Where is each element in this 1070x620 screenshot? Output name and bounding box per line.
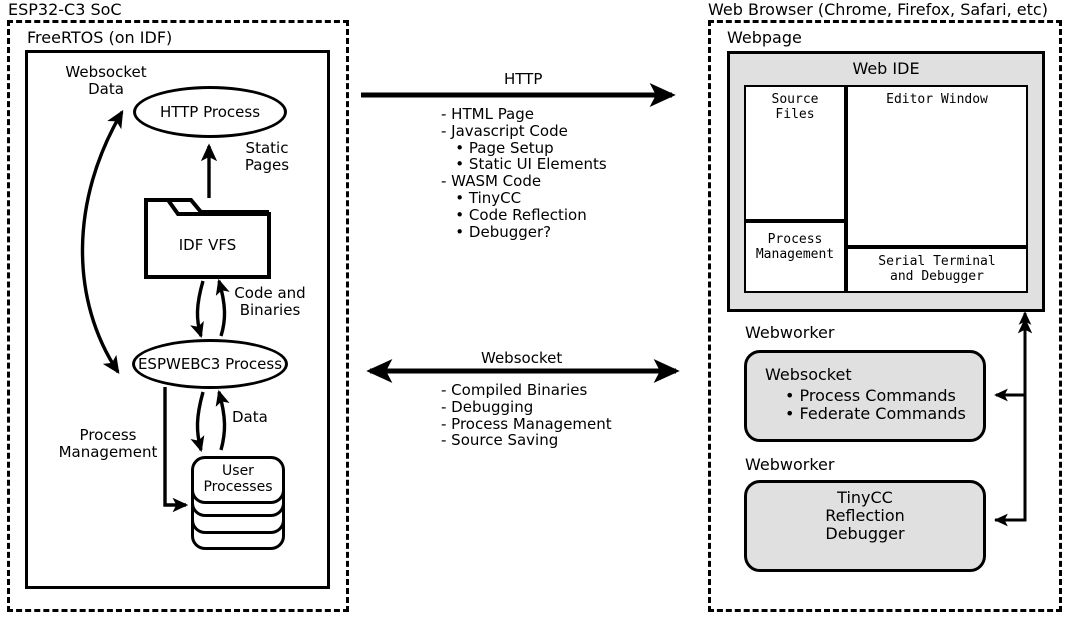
list-item: • Process Commands [785, 386, 956, 405]
data-label: Data [232, 408, 268, 426]
editor-window-label: Editor Window [886, 92, 988, 107]
list-item: • Debugger? [441, 222, 552, 241]
worker-two-line: TinyCC [837, 488, 893, 507]
static-pages-label: Static Pages [244, 139, 290, 174]
list-item: • Page Setup [441, 138, 554, 157]
worker-two-lines: TinyCC Reflection Debugger [744, 489, 986, 543]
worker-websocket-title: Websocket [765, 365, 852, 384]
esp32-soc-title: ESP32-C3 SoC [8, 0, 122, 19]
serial-terminal-label: Serial Terminal and Debugger [878, 254, 996, 284]
list-item: - Process Management [441, 414, 612, 433]
websocket-data-label: Websocket Data [65, 63, 147, 98]
webworker-one-label: Webworker [745, 323, 835, 342]
worker-two-line: Reflection [825, 505, 905, 525]
worker-two-line: Debugger [825, 523, 905, 543]
freertos-title: FreeRTOS (on IDF) [27, 28, 173, 47]
idf-vfs-label: IDF VFS [178, 236, 237, 254]
list-item: • Federate Commands [785, 403, 966, 423]
http-channel-items: - HTML Page - Javascript Code • Page Setu… [441, 106, 607, 240]
list-item: - Javascript Code [441, 121, 568, 140]
list-item: - Compiled Binaries [441, 381, 588, 399]
list-item: • TinyCC [441, 188, 522, 207]
source-files-label: Source Files [771, 92, 819, 122]
webworker-two-label: Webworker [745, 455, 835, 474]
list-item: • Code Reflection [441, 205, 587, 224]
webpage-label: Webpage [727, 28, 802, 47]
editor-window-pane[interactable] [846, 85, 1028, 247]
list-item: - WASM Code [441, 172, 542, 191]
list-item: - HTML Page [441, 105, 535, 123]
user-processes-label: User Processes [203, 463, 273, 495]
web-browser-title: Web Browser (Chrome, Firefox, Safari, et… [708, 0, 1048, 19]
diagram-canvas: ESP32-C3 SoC FreeRTOS (on IDF) Websocket… [0, 0, 1070, 620]
http-channel-title: HTTP [504, 70, 543, 88]
worker-one-items: • Process Commands • Federate Commands [785, 387, 966, 423]
process-management-label-left: Process Management [58, 426, 158, 461]
websocket-channel-items: - Compiled Binaries - Debugging - Process … [441, 382, 612, 449]
list-item: • Static UI Elements [441, 155, 607, 174]
websocket-channel-title: Websocket [481, 349, 563, 367]
espwebc3-process-node: ESPWEBC3 Process [132, 339, 288, 389]
process-management-label-right: Process Management [755, 232, 835, 262]
code-and-binaries-label: Code and Binaries [234, 284, 306, 319]
http-process-node: HTTP Process [133, 86, 287, 138]
list-item: - Source Saving [441, 431, 559, 450]
web-ide-title: Web IDE [852, 59, 920, 78]
list-item: - Debugging [441, 397, 534, 416]
